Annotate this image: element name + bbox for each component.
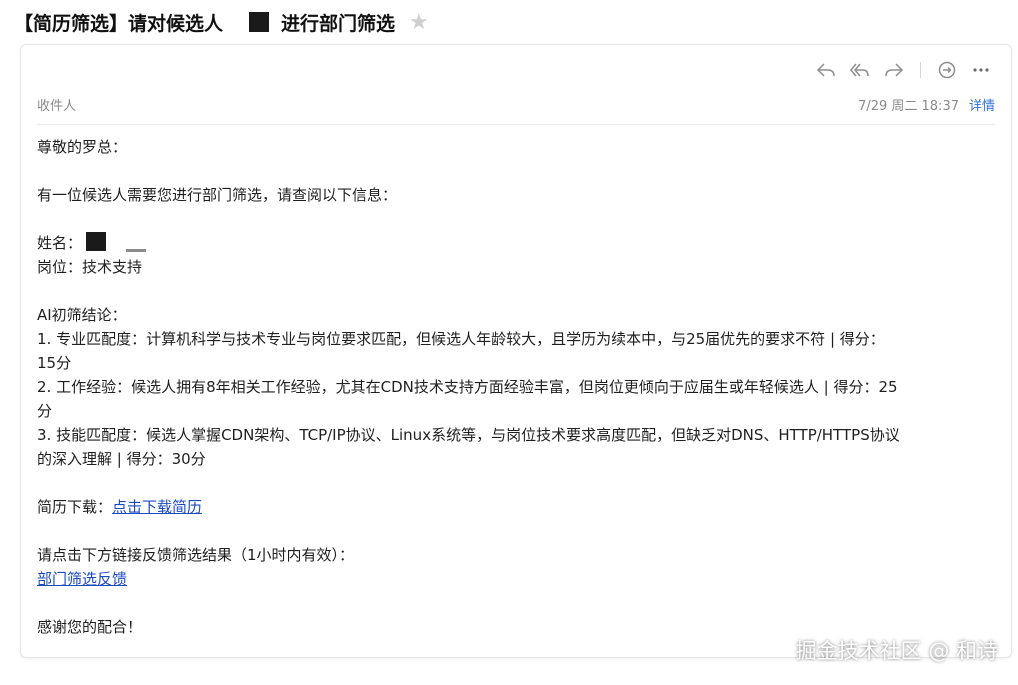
subject-prefix: 【简历筛选】请对候选人 xyxy=(14,12,224,35)
reply-icon[interactable] xyxy=(814,59,838,81)
redacted-name-dash xyxy=(126,249,147,252)
ai-item-2: 2. 工作经验：候选人拥有8年相关工作经验，尤其在CDN技术支持方面经验丰富，但… xyxy=(37,378,898,396)
download-resume-link[interactable]: 点击下载简历 xyxy=(112,498,202,516)
greeting: 尊敬的罗总： xyxy=(37,138,128,156)
comment-icon[interactable] xyxy=(935,59,959,81)
details-link[interactable]: 详情 xyxy=(969,95,995,114)
ai-item-1: 1. 专业匹配度：计算机科学与技术专业与岗位要求匹配，但候选人年龄较大，且学历为… xyxy=(37,330,885,348)
ai-item-1-tail: 15分 xyxy=(37,354,72,372)
intro-text: 有一位候选人需要您进行部门筛选，请查阅以下信息： xyxy=(37,186,398,204)
subject-suffix: 进行部门筛选 xyxy=(281,12,396,35)
feedback-prompt: 请点击下方链接反馈筛选结果（1小时内有效）： xyxy=(37,546,355,564)
ai-item-3: 3. 技能匹配度：候选人掌握CDN架构、TCP/IP协议、Linux系统等，与岗… xyxy=(37,426,900,444)
candidate-name-line: 姓名： xyxy=(37,231,997,255)
email-meta-row: 收件人 7/29 周二 18:37 详情 xyxy=(37,91,995,117)
position-line: 岗位：技术支持 xyxy=(37,258,143,276)
toolbar-divider xyxy=(920,62,921,78)
email-subject: 【简历筛选】请对候选人 进行部门筛选 ★ xyxy=(14,9,429,36)
redacted-name-block xyxy=(86,232,107,251)
download-label: 简历下载： xyxy=(37,498,113,516)
email-toolbar xyxy=(814,59,993,81)
subject-bar: 【简历筛选】请对候选人 进行部门筛选 ★ xyxy=(0,0,1018,44)
header-divider xyxy=(37,124,995,125)
recipient-label[interactable]: 收件人 xyxy=(37,95,76,114)
email-timestamp: 7/29 周二 18:37 xyxy=(858,98,959,114)
feedback-link[interactable]: 部门筛选反馈 xyxy=(37,570,127,588)
meta-right: 7/29 周二 18:37 详情 xyxy=(858,95,995,114)
more-icon[interactable] xyxy=(969,59,993,81)
ai-screening-title: AI初筛结论： xyxy=(37,306,127,324)
watermark: 掘金技术社区 @ 和诗 xyxy=(795,639,998,663)
forward-icon[interactable] xyxy=(882,59,906,81)
reply-all-icon[interactable] xyxy=(848,59,872,81)
ai-item-2-tail: 分 xyxy=(37,402,53,420)
resume-download-line: 简历下载：点击下载简历 xyxy=(37,495,997,519)
redacted-name-block xyxy=(249,12,270,32)
email-body: 尊敬的罗总： 有一位候选人需要您进行部门筛选，请查阅以下信息： 姓名： 岗位：技… xyxy=(37,135,997,639)
name-label: 姓名： xyxy=(37,234,83,252)
star-icon[interactable]: ★ xyxy=(409,10,429,35)
ai-item-3-tail: 的深入理解 | 得分：30分 xyxy=(37,450,206,468)
email-card: 收件人 7/29 周二 18:37 详情 尊敬的罗总： 有一位候选人需要您进行部… xyxy=(20,44,1012,658)
